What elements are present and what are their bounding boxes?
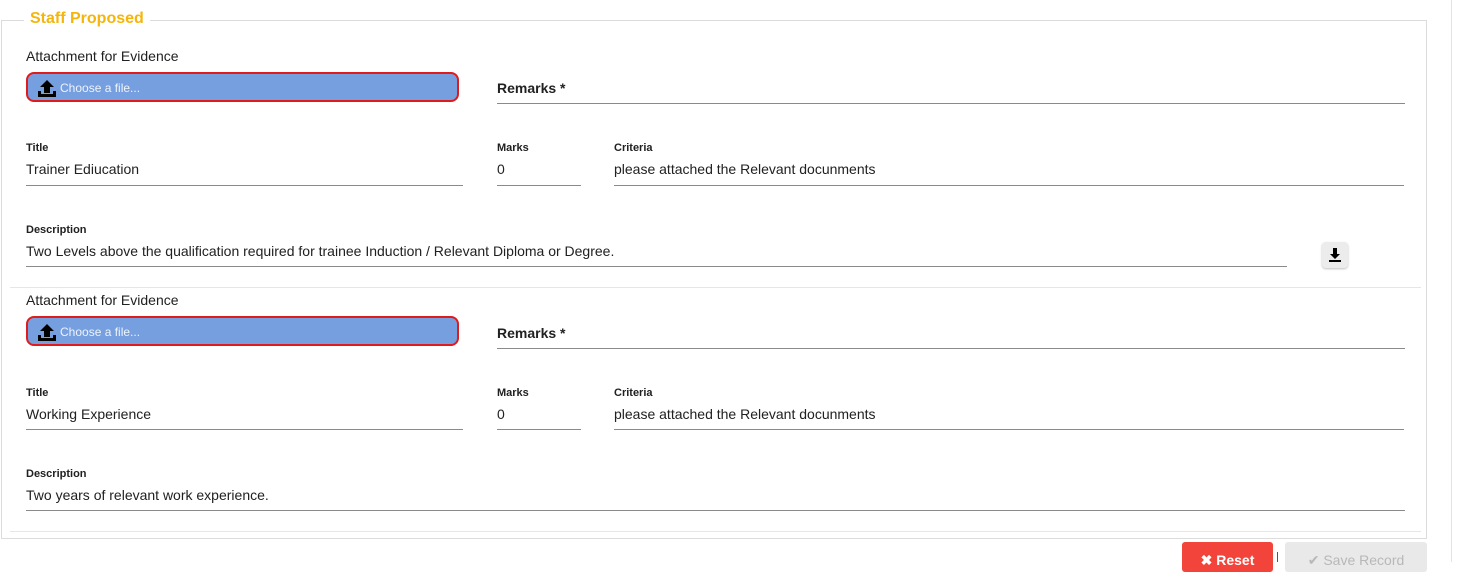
scrollbar-track[interactable]: [1451, 0, 1452, 562]
button-separator: [1277, 552, 1278, 562]
download-button[interactable]: [1322, 242, 1348, 268]
marks-underline: [497, 429, 581, 430]
marks-label: Marks: [497, 142, 529, 154]
description-value[interactable]: Two Levels above the qualification requi…: [26, 243, 614, 259]
description-value[interactable]: Two years of relevant work experience.: [26, 487, 269, 503]
upload-icon: [38, 80, 56, 97]
download-icon: [1329, 248, 1341, 262]
marks-underline: [497, 185, 581, 186]
remarks-input[interactable]: [497, 348, 1405, 349]
attachment-label: Attachment for Evidence: [26, 292, 179, 308]
title-label: Title: [26, 387, 49, 399]
remarks-label: Remarks *: [497, 325, 566, 341]
criteria-value[interactable]: please attached the Relevant docunments: [614, 406, 876, 422]
criteria-label: Criteria: [614, 142, 653, 154]
upload-icon: [38, 324, 56, 341]
section-legend: Staff Proposed: [24, 9, 150, 29]
description-label: Description: [26, 224, 87, 236]
criteria-underline: [614, 429, 1404, 430]
criteria-underline: [614, 185, 1404, 186]
remarks-label: Remarks *: [497, 80, 566, 96]
attachment-label: Attachment for Evidence: [26, 48, 179, 64]
marks-value[interactable]: 0: [497, 406, 505, 422]
choose-file-button[interactable]: Choose a file...: [26, 316, 459, 346]
record-divider: [10, 287, 1421, 288]
criteria-label: Criteria: [614, 387, 653, 399]
title-underline: [26, 429, 463, 430]
criteria-value[interactable]: please attached the Relevant docunments: [614, 161, 876, 177]
choose-file-button[interactable]: Choose a file...: [26, 72, 459, 102]
record-divider: [10, 531, 1421, 532]
description-underline: [26, 510, 1405, 511]
title-underline: [26, 185, 463, 186]
file-placeholder-text: Choose a file...: [60, 81, 141, 95]
marks-label: Marks: [497, 387, 529, 399]
save-record-button[interactable]: ✔ Save Record: [1285, 542, 1427, 572]
title-value[interactable]: Trainer Ediucation: [26, 161, 139, 177]
remarks-input[interactable]: [497, 103, 1405, 104]
title-label: Title: [26, 142, 49, 154]
description-underline: [26, 266, 1287, 267]
description-label: Description: [26, 468, 87, 480]
reset-button[interactable]: ✖ Reset: [1182, 542, 1273, 572]
title-value[interactable]: Working Experience: [26, 406, 151, 422]
marks-value[interactable]: 0: [497, 161, 505, 177]
file-placeholder-text: Choose a file...: [60, 325, 141, 339]
